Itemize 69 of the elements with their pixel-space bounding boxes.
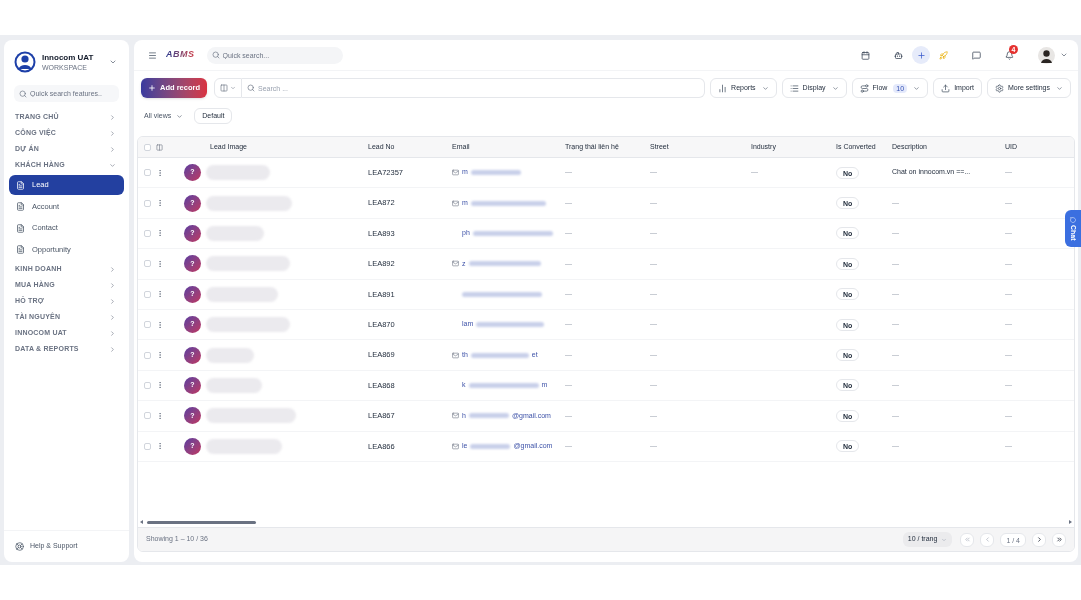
document-icon xyxy=(16,245,25,254)
bar-chart-icon xyxy=(718,83,728,93)
blurred-email xyxy=(468,382,539,388)
more-icon[interactable] xyxy=(156,381,164,390)
search-icon xyxy=(247,84,255,92)
chat-icon[interactable] xyxy=(972,50,981,60)
columns-icon[interactable] xyxy=(156,143,163,151)
more-icon[interactable] xyxy=(156,290,164,299)
checkbox[interactable] xyxy=(144,169,151,177)
chevron-right-icon xyxy=(1035,536,1043,543)
chevron-down-icon xyxy=(230,85,236,91)
document-icon xyxy=(16,223,25,233)
more-icon[interactable] xyxy=(156,411,164,420)
list-icon xyxy=(789,83,799,93)
workspace-name: Innocom UAT xyxy=(42,53,95,62)
checkbox[interactable] xyxy=(144,290,151,298)
last-page-button[interactable] xyxy=(1052,532,1066,547)
more-icon[interactable] xyxy=(156,168,164,177)
calendar-icon[interactable] xyxy=(861,50,870,60)
scrollbar-thumb[interactable] xyxy=(147,520,256,524)
columns-icon xyxy=(220,84,228,92)
blurred-email xyxy=(470,352,529,358)
document-icon xyxy=(16,202,25,211)
help-icon xyxy=(15,542,24,551)
chat-bubble-icon xyxy=(1070,216,1076,223)
next-page-button[interactable] xyxy=(1032,532,1046,547)
double-chevron-left-icon xyxy=(963,536,971,543)
horizontal-scrollbar[interactable] xyxy=(140,519,1072,525)
chevron-left-icon xyxy=(983,536,991,543)
rocket-icon[interactable] xyxy=(939,50,948,60)
blurred-email xyxy=(470,443,511,449)
more-icon[interactable] xyxy=(156,351,164,360)
plus-icon xyxy=(148,84,156,92)
chevron-down-icon xyxy=(176,112,184,120)
document-icon xyxy=(16,180,25,190)
checkbox[interactable] xyxy=(144,199,151,207)
double-chevron-right-icon xyxy=(1055,536,1063,543)
chevron-down-icon xyxy=(941,536,948,543)
upload-icon xyxy=(941,83,951,93)
more-icon[interactable] xyxy=(156,229,164,238)
search-icon xyxy=(211,51,220,59)
checkbox[interactable] xyxy=(144,143,151,151)
checkbox[interactable] xyxy=(144,381,151,389)
checkbox[interactable] xyxy=(144,412,151,420)
more-icon[interactable] xyxy=(156,320,164,329)
blurred-email xyxy=(476,322,545,328)
robot-icon[interactable] xyxy=(894,50,903,60)
chevron-down-icon[interactable] xyxy=(109,58,117,66)
add-button[interactable] xyxy=(912,46,930,64)
more-icon[interactable] xyxy=(156,259,164,268)
checkbox[interactable] xyxy=(144,351,151,359)
checkbox[interactable] xyxy=(144,260,151,268)
checkbox[interactable] xyxy=(144,229,151,237)
first-page-button[interactable] xyxy=(960,532,975,547)
more-icon[interactable] xyxy=(156,199,164,208)
more-icon[interactable] xyxy=(156,442,164,451)
blurred-email xyxy=(470,170,521,176)
plus-icon xyxy=(916,50,926,60)
chevron-down-icon[interactable] xyxy=(1060,51,1068,59)
avatar-icon[interactable] xyxy=(1038,46,1055,64)
notification-icon[interactable] xyxy=(1005,50,1014,60)
route-icon xyxy=(859,83,869,93)
menu-icon[interactable] xyxy=(148,50,157,60)
checkbox[interactable] xyxy=(144,442,151,450)
checkbox[interactable] xyxy=(144,321,151,329)
logo-icon xyxy=(14,51,36,73)
blurred-email xyxy=(468,413,509,419)
settings-icon xyxy=(994,83,1004,93)
search-icon xyxy=(19,89,27,98)
